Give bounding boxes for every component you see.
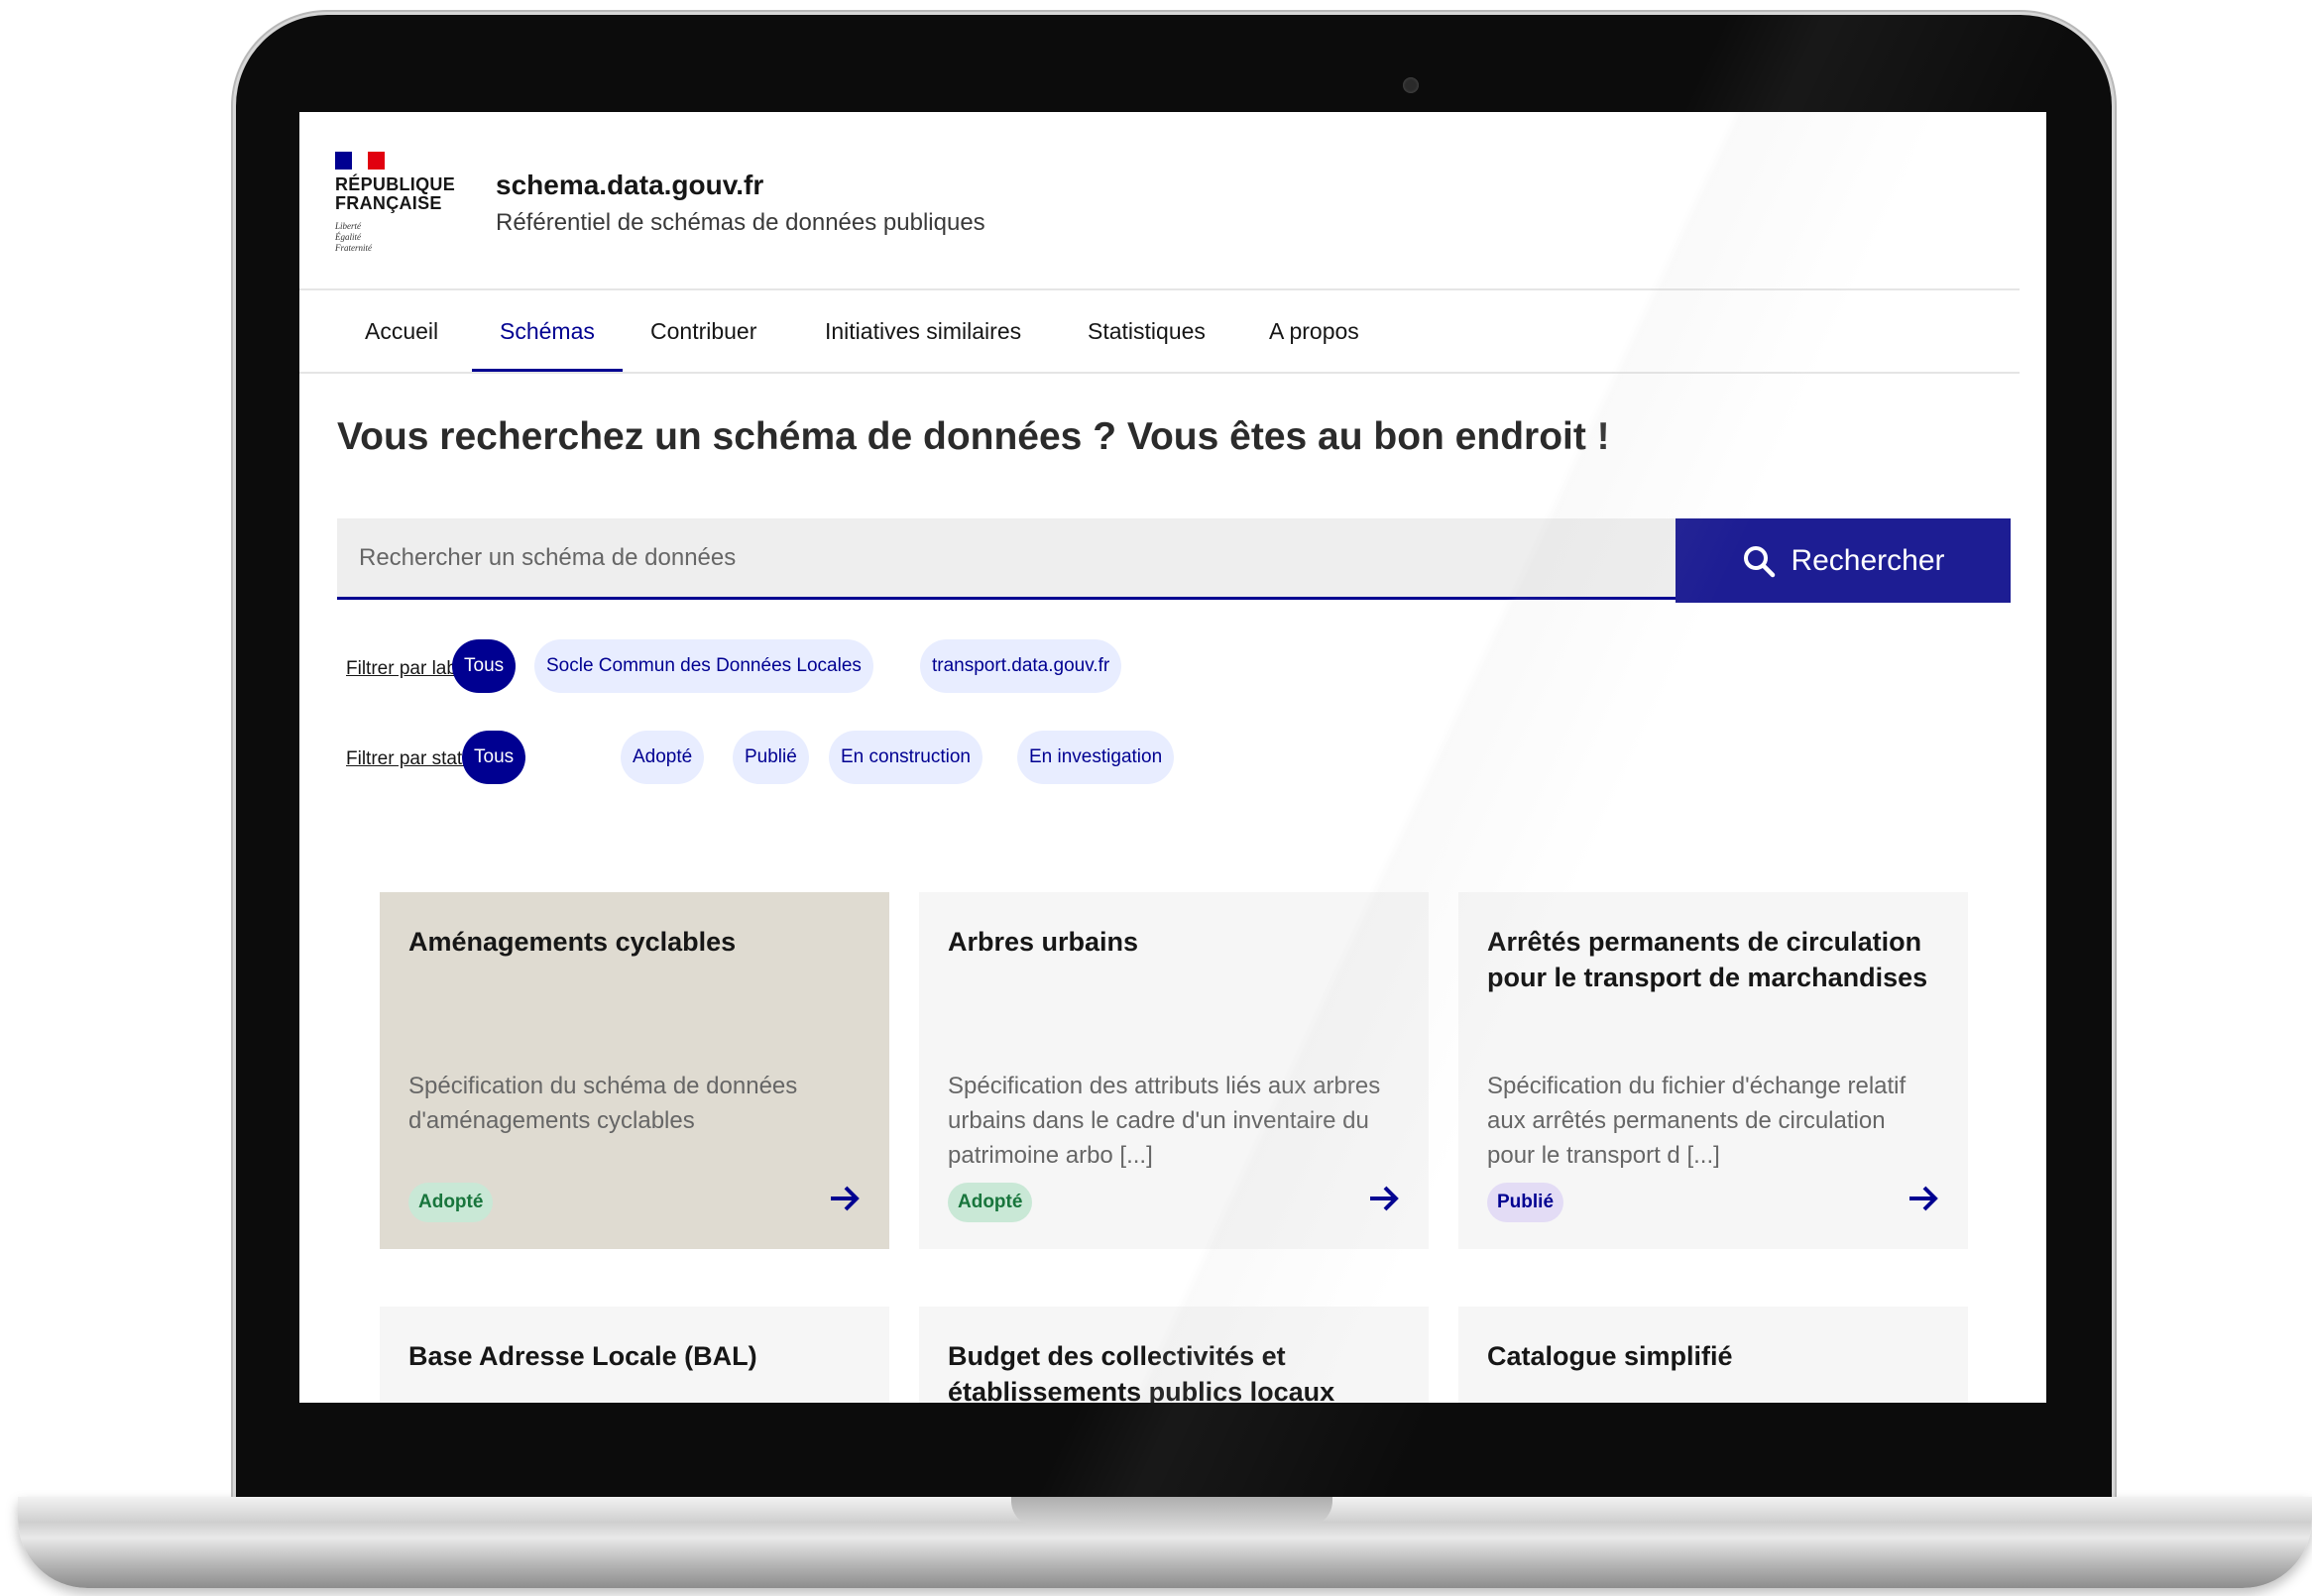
schema-card[interactable]: Catalogue simplifié <box>1458 1307 1968 1403</box>
label-filter-chip[interactable]: Tous <box>452 639 517 693</box>
status-filter-chip[interactable]: Adopté <box>621 731 705 784</box>
arrow-right-icon[interactable] <box>1907 1182 1940 1215</box>
status-filter-chip[interactable]: Publié <box>733 731 809 784</box>
french-flag-icon <box>335 152 386 170</box>
card-title: Base Adresse Locale (BAL) <box>408 1341 757 1371</box>
schema-card[interactable]: Budget des collectivités et établissemen… <box>919 1307 1429 1403</box>
card-description: Spécification du schéma de données d'amé… <box>408 1073 798 1134</box>
nav-item-initiatives-similaires[interactable]: Initiatives similaires <box>825 290 1021 372</box>
search-button-label: Rechercher <box>1791 543 1945 577</box>
republique-francaise-logo[interactable]: RÉPUBLIQUE FRANÇAISE <box>335 175 474 213</box>
schema-card[interactable]: Arbres urbains Spécification des attribu… <box>919 892 1429 1249</box>
schema-card[interactable]: Arrêtés permanents de circulation pour l… <box>1458 892 1968 1249</box>
card-title: Arbres urbains <box>948 927 1139 957</box>
devise-line: Liberté <box>335 221 361 231</box>
label-filter-chip[interactable]: transport.data.gouv.fr <box>920 639 1122 693</box>
search-input[interactable] <box>337 518 1676 600</box>
search-button[interactable]: Rechercher <box>1676 518 2011 603</box>
card-title: Catalogue simplifié <box>1487 1341 1733 1371</box>
status-badge: Publié <box>1487 1183 1564 1222</box>
card-title: Arrêtés permanents de circulation pour l… <box>1487 927 1928 992</box>
status-filter-chip[interactable]: En investigation <box>1017 731 1175 784</box>
card-description: Spécification des attributs liés aux arb… <box>948 1073 1381 1169</box>
schema-card[interactable]: Base Adresse Locale (BAL) <box>380 1307 889 1403</box>
webcam-dot <box>1403 77 1419 93</box>
site-header: RÉPUBLIQUE FRANÇAISE Liberté Égalité Fra… <box>299 112 2046 288</box>
devise: Liberté Égalité Fraternité <box>335 221 372 254</box>
nav-item-contribuer[interactable]: Contribuer <box>650 290 756 372</box>
card-description: Spécification du fichier d'échange relat… <box>1487 1073 1907 1169</box>
card-title: Budget des collectivités et établissemen… <box>948 1341 1335 1403</box>
status-badge: Adopté <box>948 1183 1033 1222</box>
devise-line: Fraternité <box>335 243 372 253</box>
site-tagline: Référentiel de schémas de données publiq… <box>496 209 985 236</box>
browser-screen: RÉPUBLIQUE FRANÇAISE Liberté Égalité Fra… <box>299 112 2046 1403</box>
card-title: Aménagements cyclables <box>408 927 737 957</box>
logo-line: FRANÇAISE <box>335 193 442 213</box>
arrow-right-icon[interactable] <box>828 1182 862 1215</box>
main-navigation: Accueil Schémas Contribuer Initiatives s… <box>299 290 2020 374</box>
site-title-link[interactable]: schema.data.gouv.fr <box>496 170 763 201</box>
nav-item-accueil[interactable]: Accueil <box>365 290 438 372</box>
status-filter-chip[interactable]: Tous <box>462 731 526 784</box>
laptop-base-notch <box>1011 1497 1332 1527</box>
schema-card[interactable]: Aménagements cyclables Spécification du … <box>380 892 889 1249</box>
search-icon <box>1744 545 1776 577</box>
nav-item-schemas[interactable]: Schémas <box>472 290 623 372</box>
status-filter-chip[interactable]: En construction <box>829 731 983 784</box>
label-filter-chip[interactable]: Socle Commun des Données Locales <box>534 639 873 693</box>
nav-item-a-propos[interactable]: A propos <box>1269 290 1359 372</box>
flag-red-stripe <box>368 152 386 170</box>
status-badge: Adopté <box>408 1183 494 1222</box>
logo-line: RÉPUBLIQUE <box>335 174 456 194</box>
page-title: Vous recherchez un schéma de données ? V… <box>337 415 1610 458</box>
devise-line: Égalité <box>335 232 361 242</box>
flag-white-stripe <box>351 152 369 170</box>
nav-item-statistiques[interactable]: Statistiques <box>1088 290 1206 372</box>
arrow-right-icon[interactable] <box>1367 1182 1401 1215</box>
flag-blue-stripe <box>335 152 352 170</box>
